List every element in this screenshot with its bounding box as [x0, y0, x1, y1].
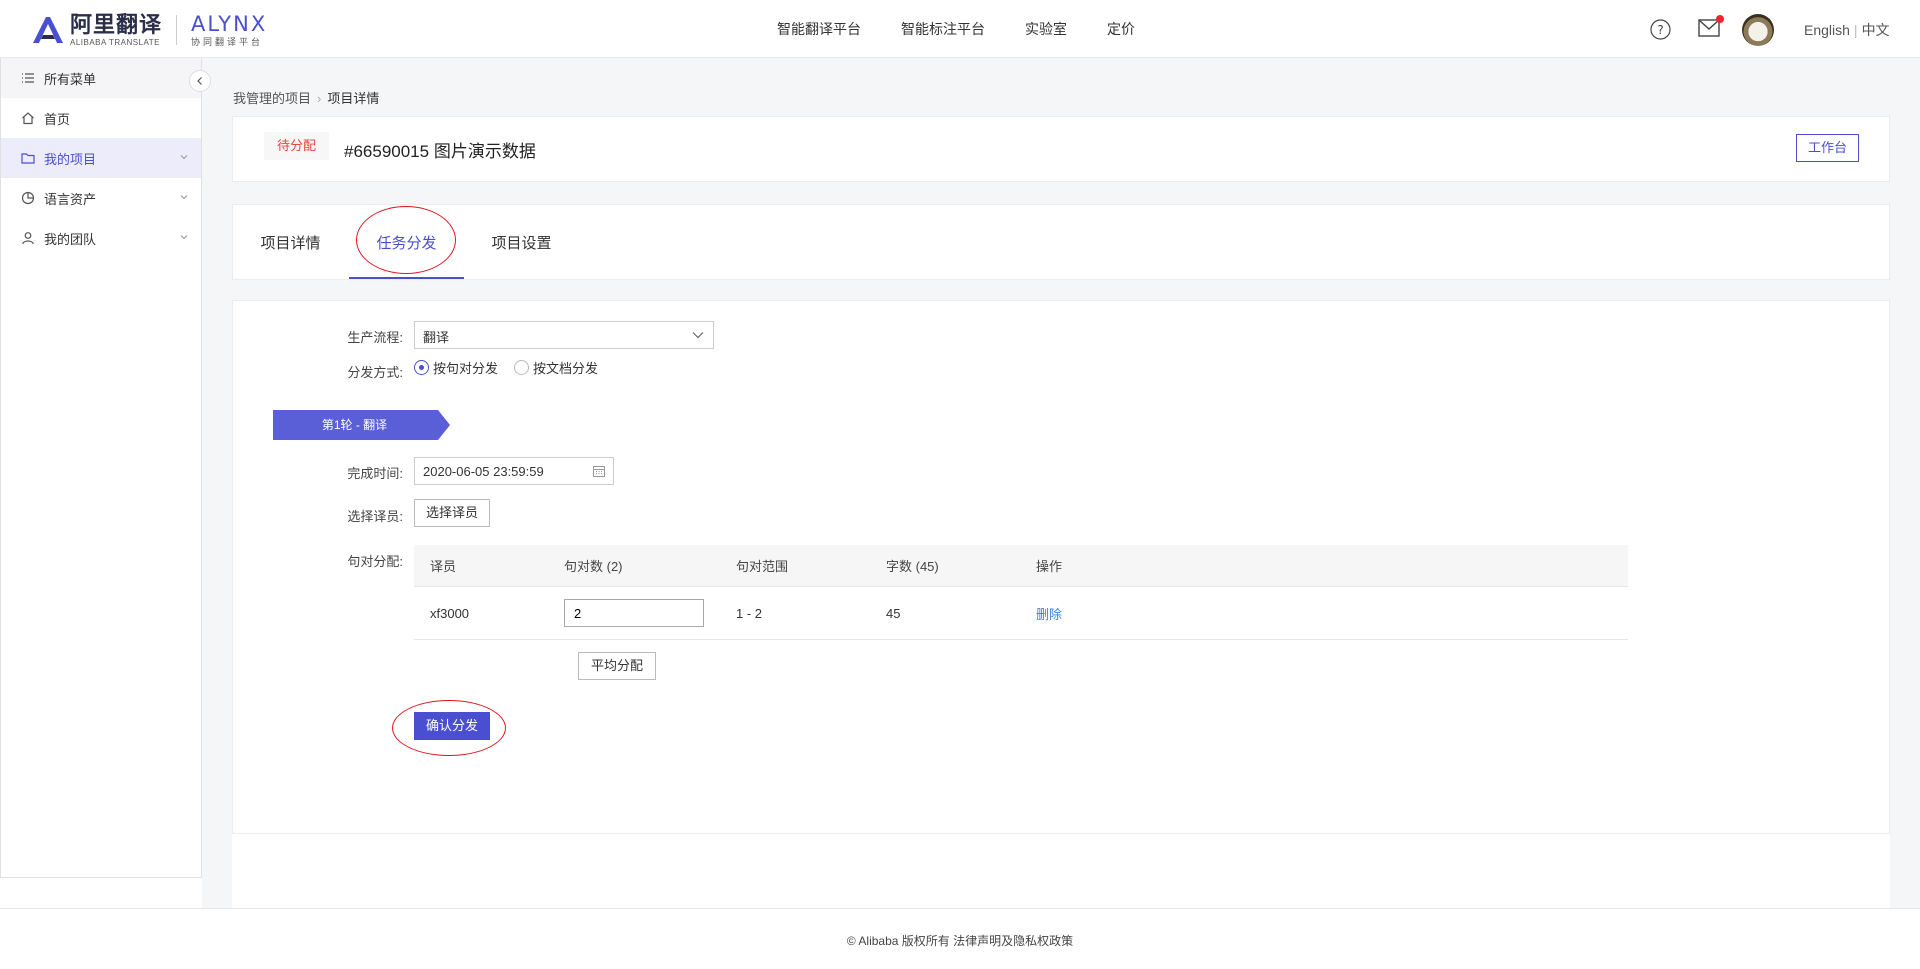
sidebar-item-label: 语言资产: [44, 191, 97, 207]
round-banner-label: 第1轮 - 翻译: [321, 418, 388, 432]
radio-by-document[interactable]: [514, 360, 530, 375]
deadline-label: 完成时间:: [347, 466, 403, 481]
project-title-card: 待分配 #66590015 图片演示数据 工作台: [232, 116, 1890, 182]
pie-chart-icon: [21, 191, 35, 205]
cell-words: 45: [886, 605, 901, 621]
annotation-circle-confirm: [392, 700, 506, 756]
folder-icon: [21, 153, 35, 164]
breadcrumb-arrow: ›: [317, 91, 322, 106]
chevron-left-icon: [197, 77, 202, 85]
cell-translator: xf3000: [430, 605, 470, 621]
top-nav: 智能翻译平台 智能标注平台 实验室 定价: [777, 0, 1175, 58]
chevron-down-icon: [180, 195, 188, 200]
logo-en-text: ALYNX: [191, 11, 268, 36]
sidebar-collapse-button[interactable]: [189, 70, 211, 92]
sidebar: 所有菜单 首页 我的项目 语言资产 我的团队: [0, 58, 211, 878]
avatar[interactable]: [1742, 14, 1774, 46]
translator-label: 选择译员:: [347, 509, 403, 524]
sidebar-item-my-team[interactable]: 我的团队: [1, 218, 201, 258]
workflow-label: 生产流程:: [347, 330, 403, 345]
lang-chinese-link[interactable]: 中文: [1862, 22, 1890, 38]
workbench-button[interactable]: 工作台: [1795, 134, 1859, 162]
sidebar-item-all-menus[interactable]: 所有菜单: [1, 58, 201, 98]
method-radio-group: 按句对分发 按文档分发: [414, 358, 614, 377]
col-translator: 译员: [430, 559, 457, 574]
annotation-circle-tab: [356, 206, 456, 274]
allocation-label: 句对分配:: [347, 554, 403, 569]
sidebar-item-label: 首页: [44, 111, 71, 127]
tabs-bar: 项目详情 任务分发 项目设置: [232, 204, 1890, 280]
lang-separator: |: [1853, 22, 1858, 38]
notification-badge: [1716, 15, 1724, 23]
footer: © Alibaba 版权所有 法律声明及隐私权政策: [0, 908, 1920, 969]
chevron-down-icon: [180, 235, 188, 240]
radio-by-sentence-label[interactable]: 按句对分发: [433, 358, 498, 377]
col-sentence-count: 句对数 (2): [564, 559, 623, 574]
logo-cn-subtext: ALIBABA TRANSLATE: [70, 37, 161, 47]
footer-text: © Alibaba 版权所有 法律声明及隐私权政策: [846, 934, 1074, 948]
logo-mark-icon: [33, 17, 63, 43]
sidebar-item-label: 所有菜单: [44, 71, 97, 87]
sentence-count-input[interactable]: [564, 599, 704, 627]
sidebar-item-label: 我的团队: [44, 231, 97, 247]
sidebar-item-my-projects[interactable]: 我的项目: [1, 138, 201, 178]
language-switcher: English | 中文: [1804, 20, 1890, 40]
deadline-value: 2020-06-05 23:59:59: [423, 464, 544, 479]
top-header: 阿里翻译 ALIBABA TRANSLATE ALYNX 协同翻译平台 智能翻译…: [0, 0, 1920, 58]
distribution-form: 生产流程: 翻译 分发方式: 按句对分发 按文档分发 第1轮 - 翻译 完成时间…: [232, 300, 1890, 834]
list-icon: [22, 73, 34, 83]
logo-divider: [176, 15, 178, 45]
nav-link-pricing[interactable]: 定价: [1107, 19, 1135, 39]
col-sentence-range: 句对范围: [736, 559, 789, 574]
logo[interactable]: 阿里翻译 ALIBABA TRANSLATE ALYNX 协同翻译平台: [30, 12, 267, 48]
delete-link[interactable]: 删除: [1036, 604, 1628, 623]
method-label: 分发方式:: [347, 365, 403, 380]
table-row: xf3000 1 - 2 45 删除: [414, 587, 1628, 640]
breadcrumb: 我管理的项目 › 项目详情: [233, 88, 379, 107]
col-actions: 操作: [1036, 559, 1063, 574]
allocation-table: 译员 句对数 (2) 句对范围 字数 (45) 操作 xf3000 1 - 2 …: [414, 545, 1628, 640]
chevron-down-icon: [180, 155, 188, 160]
breadcrumb-parent-link[interactable]: 我管理的项目: [233, 91, 311, 106]
user-icon: [22, 232, 34, 245]
logo-en-subtext: 协同翻译平台: [191, 36, 264, 47]
workflow-select-value: 翻译: [423, 330, 450, 345]
select-translator-button[interactable]: 选择译员: [414, 499, 491, 527]
deadline-date-picker[interactable]: 2020-06-05 23:59:59: [414, 457, 614, 485]
main-content: 我管理的项目 › 项目详情 待分配 #66590015 图片演示数据 工作台 项目详…: [202, 58, 1920, 938]
tab-project-details[interactable]: 项目详情: [233, 205, 348, 279]
round-banner: 第1轮 - 翻译: [273, 410, 453, 440]
sidebar-item-language-assets[interactable]: 语言资产: [1, 178, 201, 218]
lang-english-link[interactable]: English: [1804, 22, 1850, 38]
breadcrumb-current: 项目详情: [327, 91, 380, 106]
chevron-down-icon: [692, 332, 704, 339]
cell-range: 1 - 2: [736, 605, 763, 621]
calendar-icon: [593, 466, 605, 477]
sidebar-item-home[interactable]: 首页: [1, 98, 201, 138]
svg-text:?: ?: [1657, 23, 1663, 37]
sidebar-item-label: 我的项目: [44, 151, 97, 167]
nav-link-translation-platform[interactable]: 智能翻译平台: [777, 19, 861, 39]
cell-sentence-count: [564, 599, 736, 627]
help-circle-icon[interactable]: ?: [1650, 19, 1671, 40]
nav-link-annotation-platform[interactable]: 智能标注平台: [901, 19, 985, 39]
nav-link-lab[interactable]: 实验室: [1025, 19, 1067, 39]
workflow-select[interactable]: 翻译: [414, 321, 714, 349]
average-distribute-button[interactable]: 平均分配: [578, 652, 657, 680]
home-icon: [22, 112, 34, 125]
status-badge: 待分配: [264, 132, 330, 160]
logo-cn-text: 阿里翻译: [70, 12, 163, 38]
table-header: 译员 句对数 (2) 句对范围 字数 (45) 操作: [414, 545, 1628, 587]
col-word-count: 字数 (45): [886, 559, 939, 574]
tab-project-settings[interactable]: 项目设置: [464, 205, 579, 279]
radio-by-document-label[interactable]: 按文档分发: [533, 358, 598, 377]
page-title: #66590015 图片演示数据: [344, 142, 536, 161]
radio-by-sentence[interactable]: [414, 360, 429, 375]
